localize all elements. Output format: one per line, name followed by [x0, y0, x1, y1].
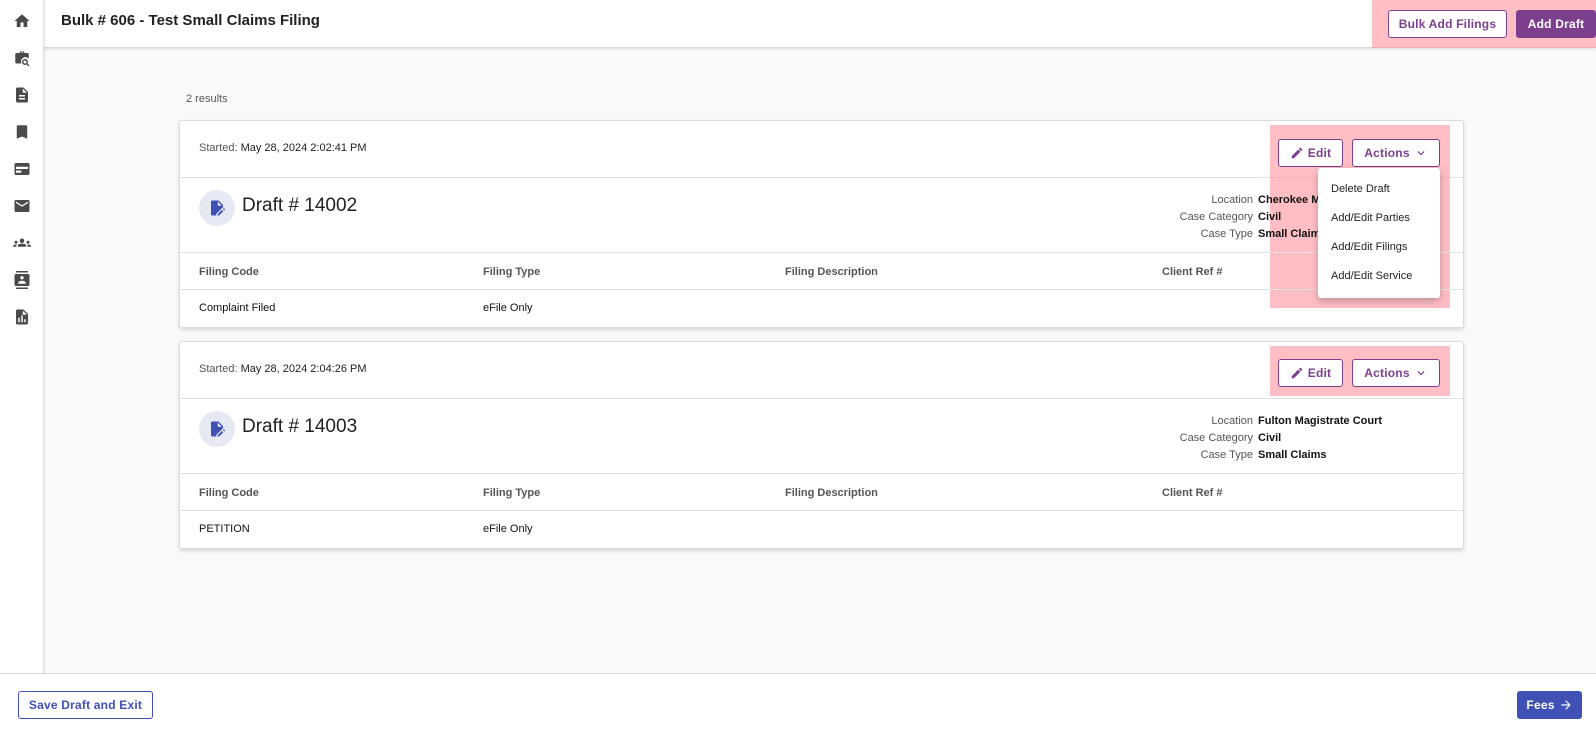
filing-description-header: Filing Description — [785, 266, 878, 278]
table-row[interactable]: PETITION eFile Only — [180, 511, 1463, 548]
table-row[interactable]: Complaint Filed eFile Only — [180, 290, 1463, 327]
filing-type-cell: eFile Only — [483, 523, 533, 535]
meta-labels: Location Case Category Case Type — [1180, 192, 1253, 243]
actions-button[interactable]: Actions — [1352, 359, 1440, 387]
fees-button[interactable]: Fees — [1517, 691, 1582, 719]
filing-type-header: Filing Type — [483, 266, 541, 278]
filing-type-cell: eFile Only — [483, 302, 533, 314]
filing-code-cell: Complaint Filed — [199, 302, 276, 314]
fees-label: Fees — [1526, 698, 1555, 712]
pencil-icon — [1291, 147, 1303, 159]
sidebar — [0, 0, 44, 734]
filing-description-header: Filing Description — [785, 487, 878, 499]
draft-card: Started: May 28, 2024 2:04:26 PM Edit Ac… — [179, 341, 1464, 549]
page-title: Bulk # 606 - Test Small Claims Filing — [61, 12, 320, 29]
filing-type-header: Filing Type — [483, 487, 541, 499]
location-value: Cherokee Ma — [1258, 194, 1327, 206]
arrow-right-icon — [1560, 700, 1571, 710]
actions-button[interactable]: Actions — [1352, 139, 1440, 167]
case-search-icon[interactable] — [12, 49, 32, 69]
actions-label: Actions — [1364, 366, 1410, 380]
started-label: Started: — [199, 363, 238, 375]
bulk-add-filings-button[interactable]: Bulk Add Filings — [1388, 10, 1507, 38]
draft-summary: Draft # 14003 Location Case Category Cas… — [180, 399, 1463, 474]
started-label: Started: — [199, 142, 238, 154]
location-label: Location — [1211, 415, 1253, 427]
bulk-add-filings-label: Bulk Add Filings — [1398, 17, 1497, 31]
filing-code-header: Filing Code — [199, 266, 259, 278]
actions-dropdown-menu: Delete Draft Add/Edit Parties Add/Edit F… — [1318, 168, 1440, 298]
started-value: May 28, 2024 2:02:41 PM — [240, 142, 367, 154]
edit-document-icon — [199, 190, 235, 226]
filing-code-cell: PETITION — [199, 523, 250, 535]
save-draft-and-exit-label: Save Draft and Exit — [28, 698, 143, 712]
results-count: 2 results — [186, 93, 228, 105]
edit-button[interactable]: Edit — [1278, 359, 1343, 387]
filing-code-header: Filing Code — [199, 487, 259, 499]
footer-bar: Save Draft and Exit Fees — [0, 673, 1596, 734]
menu-item-add-edit-service[interactable]: Add/Edit Service — [1331, 270, 1412, 282]
actions-label: Actions — [1364, 146, 1410, 160]
case-category-value: Civil — [1258, 432, 1282, 444]
add-draft-button[interactable]: Add Draft — [1516, 10, 1596, 38]
menu-item-add-edit-filings[interactable]: Add/Edit Filings — [1331, 241, 1407, 253]
menu-item-add-edit-parties[interactable]: Add/Edit Parties — [1331, 212, 1410, 224]
case-type-label: Case Type — [1200, 449, 1253, 461]
report-icon[interactable] — [12, 307, 32, 327]
save-draft-and-exit-button[interactable]: Save Draft and Exit — [18, 691, 153, 719]
meta-values: Cherokee Ma Civil Small Claims — [1258, 192, 1326, 243]
case-type-value: Small Claims — [1258, 449, 1327, 461]
client-ref-header: Client Ref # — [1162, 487, 1223, 499]
document-icon[interactable] — [12, 85, 32, 105]
chevron-down-icon — [1417, 151, 1425, 156]
table-header: Filing Code Filing Type Filing Descripti… — [180, 474, 1463, 511]
home-icon[interactable] — [12, 11, 32, 31]
client-ref-header: Client Ref # — [1162, 266, 1223, 278]
edit-label: Edit — [1307, 366, 1332, 380]
table-header: Filing Code Filing Type Filing Descripti… — [180, 253, 1463, 290]
draft-title: Draft # 14003 — [242, 416, 358, 437]
case-type-value: Small Claims — [1258, 228, 1327, 240]
edit-label: Edit — [1307, 146, 1332, 160]
pencil-icon — [1291, 367, 1303, 379]
edit-button[interactable]: Edit — [1278, 139, 1343, 167]
case-type-label: Case Type — [1200, 228, 1253, 240]
case-category-label: Case Category — [1179, 432, 1253, 444]
draft-summary: Draft # 14002 Location Case Category Cas… — [180, 178, 1463, 253]
top-bar: Bulk # 606 - Test Small Claims Filing Bu… — [44, 0, 1596, 48]
draft-card: Started: May 28, 2024 2:02:41 PM Edit Ac… — [179, 120, 1464, 328]
card-icon[interactable] — [12, 159, 32, 179]
menu-item-delete-draft[interactable]: Delete Draft — [1331, 183, 1390, 195]
started-value: May 28, 2024 2:04:26 PM — [240, 363, 367, 375]
started-info: Started: May 28, 2024 2:02:41 PM — [199, 142, 367, 154]
meta-labels: Location Case Category Case Type — [1180, 413, 1253, 464]
case-category-value: Civil — [1258, 211, 1282, 223]
bookmark-icon[interactable] — [12, 122, 32, 142]
chevron-down-icon — [1417, 371, 1425, 376]
people-icon[interactable] — [12, 233, 32, 253]
case-category-label: Case Category — [1179, 211, 1253, 223]
mail-icon[interactable] — [12, 196, 32, 216]
contact-icon[interactable] — [12, 270, 32, 290]
meta-values: Fulton Magistrate Court Civil Small Clai… — [1258, 413, 1382, 464]
add-draft-label: Add Draft — [1527, 17, 1585, 31]
edit-document-icon — [199, 411, 235, 447]
draft-title: Draft # 14002 — [242, 195, 358, 216]
location-value: Fulton Magistrate Court — [1258, 415, 1383, 427]
started-info: Started: May 28, 2024 2:04:26 PM — [199, 363, 367, 375]
location-label: Location — [1211, 194, 1253, 206]
